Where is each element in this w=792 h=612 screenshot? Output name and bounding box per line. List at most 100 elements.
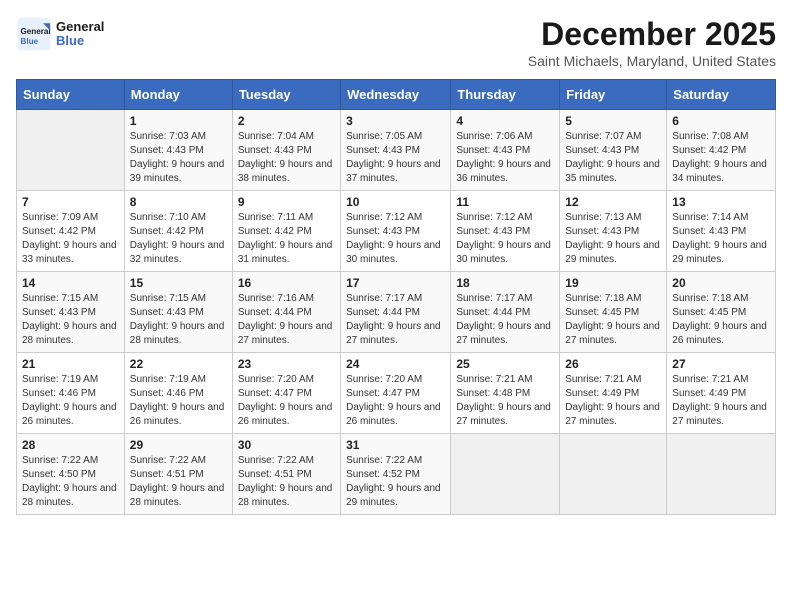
day-number: 30 — [238, 438, 335, 452]
day-number: 2 — [238, 114, 335, 128]
day-number: 16 — [238, 276, 335, 290]
location-title: Saint Michaels, Maryland, United States — [528, 53, 776, 69]
day-info: Sunrise: 7:06 AM Sunset: 4:43 PM Dayligh… — [456, 130, 554, 186]
day-number: 11 — [456, 195, 554, 209]
calendar-cell: 3 Sunrise: 7:05 AM Sunset: 4:43 PM Dayli… — [341, 110, 451, 191]
day-info: Sunrise: 7:22 AM Sunset: 4:50 PM Dayligh… — [22, 454, 119, 510]
day-info: Sunrise: 7:09 AM Sunset: 4:42 PM Dayligh… — [22, 211, 119, 267]
day-info: Sunrise: 7:17 AM Sunset: 4:44 PM Dayligh… — [456, 292, 554, 348]
day-info: Sunrise: 7:12 AM Sunset: 4:43 PM Dayligh… — [346, 211, 445, 267]
calendar-cell: 21 Sunrise: 7:19 AM Sunset: 4:46 PM Dayl… — [17, 353, 125, 434]
day-info: Sunrise: 7:18 AM Sunset: 4:45 PM Dayligh… — [565, 292, 661, 348]
month-title: December 2025 — [528, 16, 776, 53]
svg-text:Blue: Blue — [21, 37, 39, 46]
calendar-cell: 26 Sunrise: 7:21 AM Sunset: 4:49 PM Dayl… — [560, 353, 667, 434]
calendar-cell: 5 Sunrise: 7:07 AM Sunset: 4:43 PM Dayli… — [560, 110, 667, 191]
day-number: 4 — [456, 114, 554, 128]
day-info: Sunrise: 7:15 AM Sunset: 4:43 PM Dayligh… — [130, 292, 227, 348]
day-info: Sunrise: 7:05 AM Sunset: 4:43 PM Dayligh… — [346, 130, 445, 186]
day-info: Sunrise: 7:14 AM Sunset: 4:43 PM Dayligh… — [672, 211, 770, 267]
calendar-cell: 10 Sunrise: 7:12 AM Sunset: 4:43 PM Dayl… — [341, 191, 451, 272]
calendar-cell: 8 Sunrise: 7:10 AM Sunset: 4:42 PM Dayli… — [124, 191, 232, 272]
day-number: 27 — [672, 357, 770, 371]
col-thursday: Thursday — [451, 80, 560, 110]
calendar-cell — [667, 434, 776, 515]
day-info: Sunrise: 7:19 AM Sunset: 4:46 PM Dayligh… — [130, 373, 227, 429]
logo-blue: Blue — [56, 33, 84, 48]
day-number: 15 — [130, 276, 227, 290]
col-saturday: Saturday — [667, 80, 776, 110]
calendar-week-1: 7 Sunrise: 7:09 AM Sunset: 4:42 PM Dayli… — [17, 191, 776, 272]
day-info: Sunrise: 7:18 AM Sunset: 4:45 PM Dayligh… — [672, 292, 770, 348]
calendar-week-0: 1 Sunrise: 7:03 AM Sunset: 4:43 PM Dayli… — [17, 110, 776, 191]
calendar-cell: 19 Sunrise: 7:18 AM Sunset: 4:45 PM Dayl… — [560, 272, 667, 353]
day-number: 8 — [130, 195, 227, 209]
day-info: Sunrise: 7:21 AM Sunset: 4:49 PM Dayligh… — [672, 373, 770, 429]
logo-icon: General Blue — [16, 16, 52, 52]
day-number: 26 — [565, 357, 661, 371]
calendar-week-4: 28 Sunrise: 7:22 AM Sunset: 4:50 PM Dayl… — [17, 434, 776, 515]
col-monday: Monday — [124, 80, 232, 110]
day-number: 3 — [346, 114, 445, 128]
day-info: Sunrise: 7:07 AM Sunset: 4:43 PM Dayligh… — [565, 130, 661, 186]
day-number: 22 — [130, 357, 227, 371]
day-number: 20 — [672, 276, 770, 290]
calendar-cell: 1 Sunrise: 7:03 AM Sunset: 4:43 PM Dayli… — [124, 110, 232, 191]
calendar-cell — [560, 434, 667, 515]
logo: General Blue General Blue — [16, 16, 104, 52]
day-info: Sunrise: 7:22 AM Sunset: 4:51 PM Dayligh… — [130, 454, 227, 510]
calendar-cell: 18 Sunrise: 7:17 AM Sunset: 4:44 PM Dayl… — [451, 272, 560, 353]
calendar-cell — [17, 110, 125, 191]
day-info: Sunrise: 7:15 AM Sunset: 4:43 PM Dayligh… — [22, 292, 119, 348]
day-number: 6 — [672, 114, 770, 128]
calendar-cell: 25 Sunrise: 7:21 AM Sunset: 4:48 PM Dayl… — [451, 353, 560, 434]
header-row: Sunday Monday Tuesday Wednesday Thursday… — [17, 80, 776, 110]
calendar-cell: 2 Sunrise: 7:04 AM Sunset: 4:43 PM Dayli… — [232, 110, 340, 191]
day-number: 28 — [22, 438, 119, 452]
day-number: 9 — [238, 195, 335, 209]
header: General Blue General Blue December 2025 … — [16, 16, 776, 69]
day-info: Sunrise: 7:20 AM Sunset: 4:47 PM Dayligh… — [346, 373, 445, 429]
svg-text:General: General — [21, 27, 51, 36]
day-number: 13 — [672, 195, 770, 209]
day-info: Sunrise: 7:10 AM Sunset: 4:42 PM Dayligh… — [130, 211, 227, 267]
calendar-cell: 22 Sunrise: 7:19 AM Sunset: 4:46 PM Dayl… — [124, 353, 232, 434]
title-section: December 2025 Saint Michaels, Maryland, … — [528, 16, 776, 69]
day-info: Sunrise: 7:04 AM Sunset: 4:43 PM Dayligh… — [238, 130, 335, 186]
day-info: Sunrise: 7:03 AM Sunset: 4:43 PM Dayligh… — [130, 130, 227, 186]
day-number: 19 — [565, 276, 661, 290]
calendar-cell: 7 Sunrise: 7:09 AM Sunset: 4:42 PM Dayli… — [17, 191, 125, 272]
calendar-cell: 14 Sunrise: 7:15 AM Sunset: 4:43 PM Dayl… — [17, 272, 125, 353]
calendar-week-3: 21 Sunrise: 7:19 AM Sunset: 4:46 PM Dayl… — [17, 353, 776, 434]
day-number: 17 — [346, 276, 445, 290]
day-number: 18 — [456, 276, 554, 290]
day-number: 1 — [130, 114, 227, 128]
calendar-cell: 23 Sunrise: 7:20 AM Sunset: 4:47 PM Dayl… — [232, 353, 340, 434]
calendar-cell: 31 Sunrise: 7:22 AM Sunset: 4:52 PM Dayl… — [341, 434, 451, 515]
calendar-cell: 15 Sunrise: 7:15 AM Sunset: 4:43 PM Dayl… — [124, 272, 232, 353]
calendar-cell: 13 Sunrise: 7:14 AM Sunset: 4:43 PM Dayl… — [667, 191, 776, 272]
calendar-cell: 9 Sunrise: 7:11 AM Sunset: 4:42 PM Dayli… — [232, 191, 340, 272]
day-info: Sunrise: 7:08 AM Sunset: 4:42 PM Dayligh… — [672, 130, 770, 186]
day-info: Sunrise: 7:22 AM Sunset: 4:52 PM Dayligh… — [346, 454, 445, 510]
day-info: Sunrise: 7:13 AM Sunset: 4:43 PM Dayligh… — [565, 211, 661, 267]
col-tuesday: Tuesday — [232, 80, 340, 110]
day-number: 10 — [346, 195, 445, 209]
day-number: 25 — [456, 357, 554, 371]
day-number: 24 — [346, 357, 445, 371]
calendar-cell: 12 Sunrise: 7:13 AM Sunset: 4:43 PM Dayl… — [560, 191, 667, 272]
day-number: 21 — [22, 357, 119, 371]
day-info: Sunrise: 7:17 AM Sunset: 4:44 PM Dayligh… — [346, 292, 445, 348]
calendar-cell — [451, 434, 560, 515]
day-number: 31 — [346, 438, 445, 452]
day-number: 29 — [130, 438, 227, 452]
calendar-cell: 20 Sunrise: 7:18 AM Sunset: 4:45 PM Dayl… — [667, 272, 776, 353]
day-number: 14 — [22, 276, 119, 290]
calendar-cell: 6 Sunrise: 7:08 AM Sunset: 4:42 PM Dayli… — [667, 110, 776, 191]
calendar-cell: 30 Sunrise: 7:22 AM Sunset: 4:51 PM Dayl… — [232, 434, 340, 515]
calendar-week-2: 14 Sunrise: 7:15 AM Sunset: 4:43 PM Dayl… — [17, 272, 776, 353]
day-number: 12 — [565, 195, 661, 209]
calendar-cell: 27 Sunrise: 7:21 AM Sunset: 4:49 PM Dayl… — [667, 353, 776, 434]
calendar-cell: 28 Sunrise: 7:22 AM Sunset: 4:50 PM Dayl… — [17, 434, 125, 515]
day-number: 5 — [565, 114, 661, 128]
